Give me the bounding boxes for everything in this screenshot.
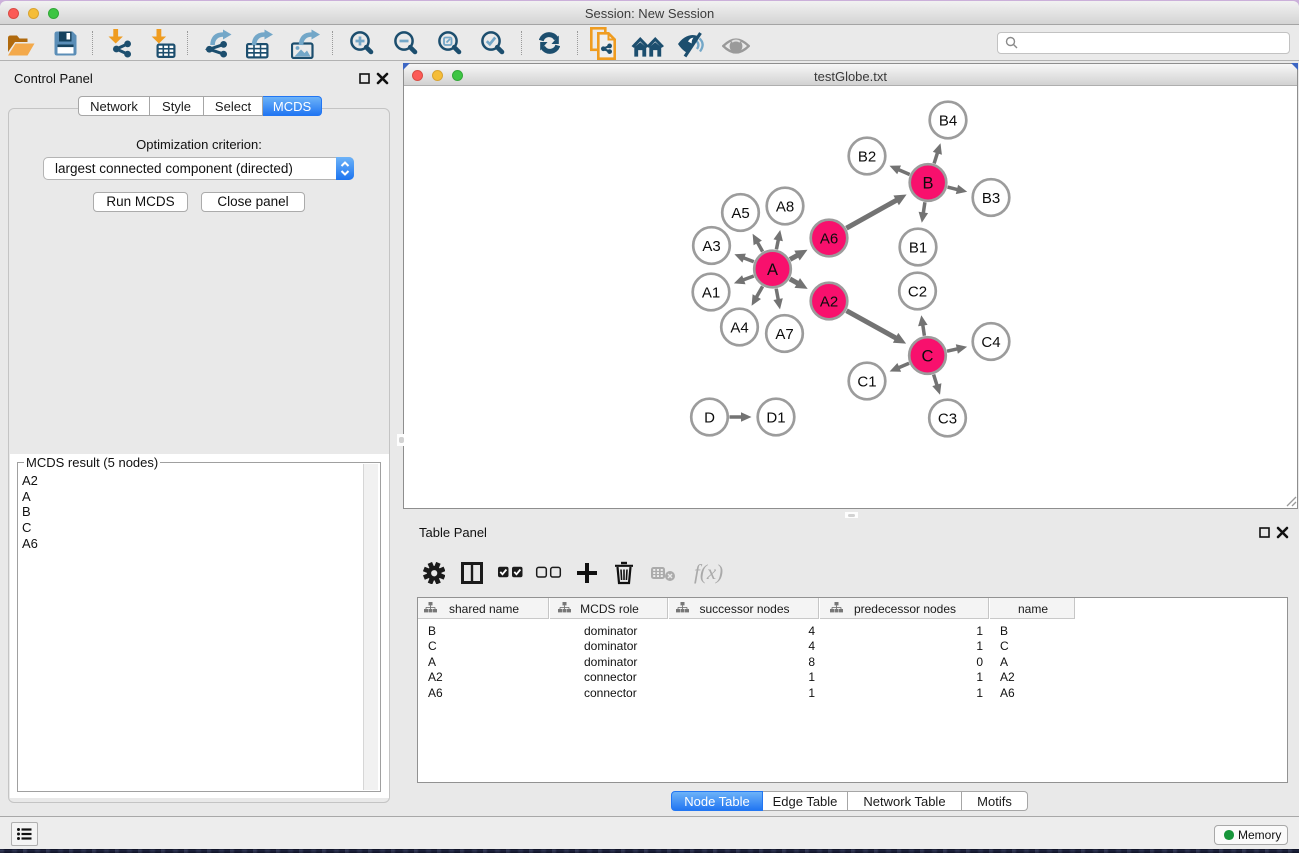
svg-text:A3: A3 [702, 238, 720, 255]
svg-text:C4: C4 [981, 334, 1000, 351]
svg-text:C3: C3 [938, 410, 957, 427]
svg-text:A7: A7 [775, 326, 793, 343]
svg-text:B1: B1 [909, 239, 927, 256]
svg-text:A6: A6 [820, 230, 838, 247]
svg-text:A2: A2 [820, 293, 838, 310]
svg-text:B: B [922, 174, 933, 192]
svg-text:A5: A5 [731, 205, 749, 222]
svg-text:B2: B2 [858, 148, 876, 165]
svg-text:C2: C2 [908, 283, 927, 300]
svg-text:A: A [767, 261, 778, 279]
svg-text:C: C [922, 347, 934, 365]
svg-text:D: D [704, 409, 715, 426]
svg-text:A8: A8 [776, 198, 794, 215]
svg-text:B3: B3 [982, 190, 1000, 207]
svg-text:C1: C1 [857, 373, 876, 390]
svg-text:D1: D1 [766, 409, 785, 426]
svg-text:B4: B4 [939, 112, 957, 129]
svg-text:A1: A1 [702, 284, 720, 301]
svg-text:A4: A4 [730, 319, 748, 336]
